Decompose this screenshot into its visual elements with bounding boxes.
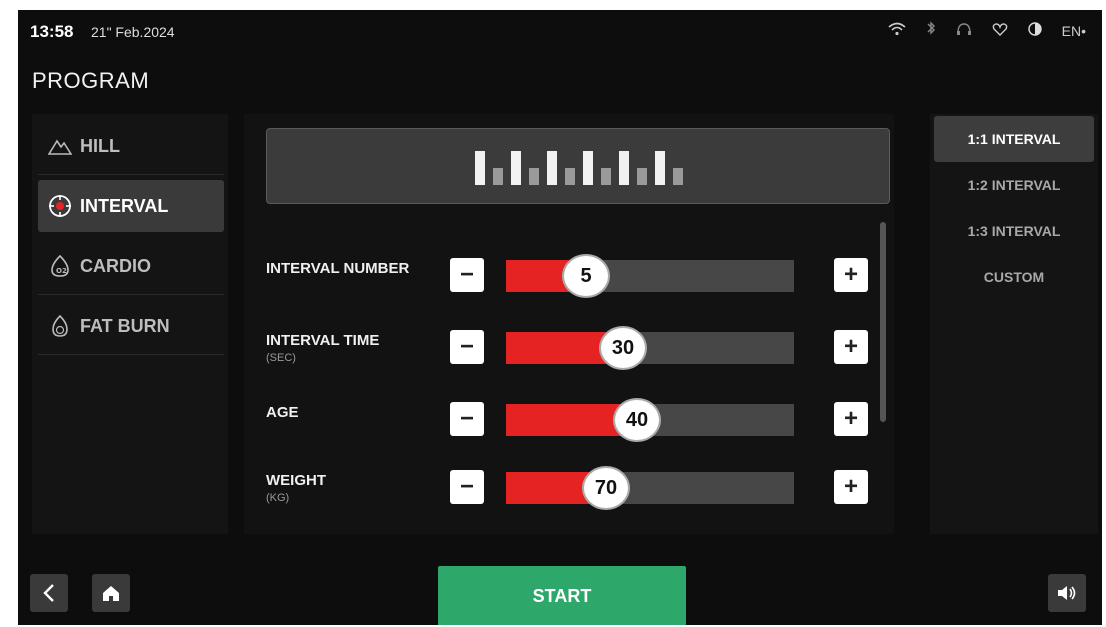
setting-row-weight: WEIGHT (KG) − 70 + (266, 464, 868, 514)
profile-bar (637, 168, 647, 185)
slider-knob[interactable]: 40 (615, 400, 659, 440)
flame-icon (48, 314, 72, 338)
menu-divider (38, 174, 224, 175)
settings-scrollbar[interactable] (880, 222, 886, 422)
settings-panel: INTERVAL NUMBER − 5 + INTERVAL TIME (SEC… (244, 114, 894, 534)
clock-time: 13:58 (30, 22, 74, 41)
setting-row-interval-number: INTERVAL NUMBER − 5 + (266, 252, 868, 302)
bluetooth-icon (926, 20, 936, 41)
decrease-button[interactable]: − (450, 258, 484, 292)
setting-label: INTERVAL NUMBER (266, 260, 410, 277)
menu-item-fat-burn[interactable]: FAT BURN (38, 300, 224, 352)
setting-label: INTERVAL TIME (266, 332, 380, 349)
slider-knob[interactable]: 30 (601, 328, 645, 368)
home-button[interactable] (92, 574, 130, 612)
program-menu: HILL INTERVAL O2 CARDIO FAT BURN (32, 114, 228, 534)
treadmill-screen: 13:58 21" Feb.2024 EN• PROGRAM HILL INTE… (18, 10, 1102, 625)
profile-bar (511, 151, 521, 185)
interval-options: 1:1 INTERVAL 1:2 INTERVAL 1:3 INTERVAL C… (930, 114, 1098, 534)
heart-icon (992, 21, 1008, 41)
profile-bar (475, 151, 485, 185)
option-1-1-interval[interactable]: 1:1 INTERVAL (934, 116, 1094, 162)
menu-item-label: CARDIO (80, 255, 151, 276)
profile-bar (655, 151, 665, 185)
value-slider[interactable]: 30 (506, 328, 794, 368)
increase-button[interactable]: + (834, 330, 868, 364)
profile-bar (583, 151, 593, 185)
interval-profile-preview (266, 128, 890, 204)
value-slider[interactable]: 70 (506, 468, 794, 508)
menu-item-label: INTERVAL (80, 195, 169, 216)
setting-label: WEIGHT (266, 472, 326, 489)
status-icons: EN• (888, 20, 1086, 41)
setting-unit: (KG) (266, 492, 290, 504)
back-icon (43, 584, 54, 602)
menu-item-cardio[interactable]: O2 CARDIO (38, 240, 224, 292)
value-slider[interactable]: 40 (506, 400, 794, 440)
profile-bars (475, 151, 683, 185)
setting-unit: (SEC) (266, 352, 296, 364)
setting-row-age: AGE − 40 + (266, 396, 868, 446)
menu-divider (38, 294, 224, 295)
setting-row-interval-time: INTERVAL TIME (SEC) − 30 + (266, 324, 868, 374)
headphones-icon (956, 21, 972, 41)
profile-bar (673, 168, 683, 185)
start-button[interactable]: START (438, 566, 686, 625)
status-bar: 13:58 21" Feb.2024 EN• (18, 10, 1102, 54)
slider-knob[interactable]: 70 (584, 468, 628, 508)
menu-item-label: FAT BURN (80, 315, 170, 336)
target-icon (48, 194, 72, 218)
volume-icon (1058, 586, 1076, 600)
volume-button[interactable] (1048, 574, 1086, 612)
profile-bar (565, 168, 575, 185)
increase-button[interactable]: + (834, 402, 868, 436)
profile-bar (619, 151, 629, 185)
page-title: PROGRAM (32, 68, 150, 93)
setting-label: AGE (266, 404, 299, 421)
mountain-icon (48, 134, 72, 158)
decrease-button[interactable]: − (450, 330, 484, 364)
decrease-button[interactable]: − (450, 470, 484, 504)
value-slider[interactable]: 5 (506, 256, 794, 296)
language-selector[interactable]: EN• (1062, 21, 1086, 41)
slider-knob[interactable]: 5 (564, 256, 608, 296)
wifi-icon (888, 21, 906, 41)
clock-date: 21" Feb.2024 (91, 24, 175, 40)
svg-text:O2: O2 (56, 267, 67, 275)
profile-bar (493, 168, 503, 185)
menu-item-interval[interactable]: INTERVAL (38, 180, 224, 232)
option-custom[interactable]: CUSTOM (934, 254, 1094, 300)
profile-bar (529, 168, 539, 185)
option-1-2-interval[interactable]: 1:2 INTERVAL (934, 162, 1094, 208)
menu-divider (38, 354, 224, 355)
increase-button[interactable]: + (834, 258, 868, 292)
profile-bar (601, 168, 611, 185)
contrast-icon[interactable] (1027, 21, 1042, 41)
decrease-button[interactable]: − (450, 402, 484, 436)
bottom-bar: START (18, 556, 1102, 625)
lungs-icon: O2 (48, 254, 72, 278)
profile-bar (547, 151, 557, 185)
increase-button[interactable]: + (834, 470, 868, 504)
menu-item-label: HILL (80, 135, 120, 156)
home-icon (103, 586, 119, 601)
menu-item-hill[interactable]: HILL (38, 120, 224, 172)
option-1-3-interval[interactable]: 1:3 INTERVAL (934, 208, 1094, 254)
back-button[interactable] (30, 574, 68, 612)
